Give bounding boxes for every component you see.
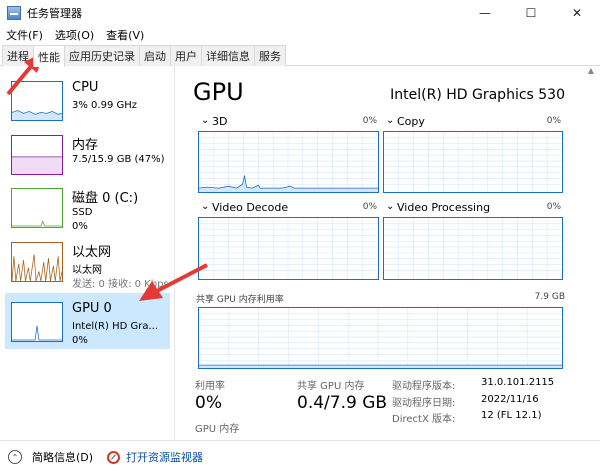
minimize-button[interactable]: —: [462, 0, 508, 26]
tab-bar: 进程 性能 应用历史记录 启动 用户 详细信息 服务: [0, 45, 600, 67]
gpu-detail-panel: GPU Intel(R) HD Graphics 530 ⌄ 3D 0% ⌄ C…: [193, 66, 573, 440]
sidebar-item-detail: 7.5/15.9 GB (47%): [72, 154, 165, 165]
sidebar-item-disk[interactable]: 磁盘 0 (C:) SSD 0%: [5, 179, 170, 235]
chevron-up-icon: ⌃: [8, 450, 22, 464]
directx-value: 12 (FL 12.1): [481, 410, 542, 421]
task-manager-icon: [7, 6, 21, 20]
driver-version-key: 驱动程序版本:: [392, 381, 456, 392]
sidebar-item-throughput: 发送: 0 接收: 0 Kbps: [72, 279, 169, 290]
utilization-value: 0%: [195, 393, 222, 413]
graph-copy: ⌄ Copy 0%: [383, 115, 563, 195]
sidebar-item-usage: 0%: [72, 335, 88, 346]
resource-monitor-link[interactable]: 打开资源监视器: [107, 449, 203, 465]
tab-details[interactable]: 详细信息: [201, 45, 255, 66]
graph-video-decode: ⌄ Video Decode 0%: [198, 201, 379, 283]
utilization-label: 利用率: [195, 381, 225, 392]
graph-name[interactable]: Copy: [397, 115, 425, 128]
sidebar-item-name: CPU: [72, 80, 99, 95]
resource-monitor-icon: [107, 450, 121, 464]
brief-info-button[interactable]: ⌃ 简略信息(D): [8, 449, 93, 465]
graph-copy-area: [383, 131, 563, 193]
sidebar-item-name: 内存: [72, 138, 99, 153]
memory-thumbnail-graph: [11, 135, 63, 175]
scroll-up-arrow-icon[interactable]: ▲: [582, 66, 600, 80]
directx-key: DirectX 版本:: [392, 414, 456, 425]
window-controls: — ☐ ✕: [462, 0, 600, 26]
title-bar: 任务管理器 — ☐ ✕: [0, 0, 600, 26]
shared-memory-graph: [198, 307, 563, 369]
tab-services[interactable]: 服务: [254, 45, 286, 66]
graph-3d-area: [198, 131, 379, 193]
sidebar-item-detail: SSD: [72, 207, 93, 218]
graph-name[interactable]: Video Processing: [397, 201, 490, 214]
resource-monitor-label: 打开资源监视器: [126, 451, 204, 464]
sidebar-item-ethernet[interactable]: 以太网 以太网 发送: 0 接收: 0 Kbps: [5, 233, 170, 290]
tab-processes[interactable]: 进程: [2, 45, 34, 66]
brief-info-label: 简略信息(D): [32, 451, 94, 464]
sidebar-item-memory[interactable]: 内存 7.5/15.9 GB (47%): [5, 126, 170, 182]
window-title: 任务管理器: [27, 7, 82, 20]
shared-memory-stat-value: 0.4/7.9 GB: [297, 393, 388, 413]
sidebar-item-name: 磁盘 0 (C:): [72, 191, 139, 206]
gpu-model-name: Intel(R) HD Graphics 530: [390, 87, 565, 103]
menu-options[interactable]: 选项(O): [49, 27, 100, 43]
cpu-thumbnail-graph: [11, 81, 63, 121]
close-button[interactable]: ✕: [554, 0, 600, 26]
graph-percent: 0%: [546, 116, 561, 126]
sidebar-item-cpu[interactable]: CPU 3% 0.99 GHz: [5, 72, 170, 128]
graph-percent: 0%: [362, 202, 377, 212]
graph-video-processing: ⌄ Video Processing 0%: [383, 201, 563, 283]
sidebar-item-detail: 以太网: [72, 265, 102, 276]
graph-video-decode-area: [198, 217, 379, 280]
menu-bar: 文件(F) 选项(O) 查看(V): [0, 26, 150, 44]
graph-percent: 0%: [546, 202, 561, 212]
menu-file[interactable]: 文件(F): [0, 27, 49, 43]
gpu-memory-label: GPU 内存: [195, 424, 240, 435]
driver-date-key: 驱动程序日期:: [392, 398, 456, 409]
tab-performance[interactable]: 性能: [33, 45, 65, 67]
shared-memory-max: 7.9 GB: [534, 292, 565, 302]
chevron-down-icon[interactable]: ⌄: [201, 115, 209, 126]
page-title: GPU: [193, 78, 244, 106]
sidebar-item-detail: 3% 0.99 GHz: [72, 100, 138, 111]
shared-memory-stat-label: 共享 GPU 内存: [297, 381, 365, 392]
chevron-down-icon[interactable]: ⌄: [386, 201, 394, 212]
sidebar-item-usage: 0%: [72, 221, 88, 232]
graph-3d: ⌄ 3D 0%: [198, 115, 379, 195]
graph-video-processing-area: [383, 217, 563, 280]
performance-sidebar: CPU 3% 0.99 GHz 内存 7.5/15.9 GB (47%) 磁盘 …: [0, 66, 175, 440]
tab-app-history[interactable]: 应用历史记录: [64, 45, 140, 66]
status-bar: ⌃ 简略信息(D) 打开资源监视器: [0, 440, 600, 473]
menu-view[interactable]: 查看(V): [100, 27, 150, 43]
graph-percent: 0%: [362, 116, 377, 126]
sidebar-item-name: 以太网: [72, 245, 112, 260]
ethernet-thumbnail-graph: [11, 242, 63, 282]
driver-date-value: 2022/11/16: [481, 394, 539, 405]
graph-name[interactable]: Video Decode: [212, 201, 288, 214]
tab-startup[interactable]: 启动: [139, 45, 171, 66]
tab-users[interactable]: 用户: [170, 45, 202, 66]
sidebar-item-detail: Intel(R) HD Gra...: [72, 321, 158, 332]
shared-memory-label: 共享 GPU 内存利用率: [196, 295, 284, 305]
gpu-thumbnail-graph: [11, 302, 63, 342]
sidebar-item-name: GPU 0: [72, 301, 112, 316]
driver-version-value: 31.0.101.2115: [481, 377, 555, 388]
chevron-down-icon[interactable]: ⌄: [386, 115, 394, 126]
graph-name[interactable]: 3D: [212, 115, 227, 128]
sidebar-item-gpu[interactable]: GPU 0 Intel(R) HD Gra... 0%: [5, 293, 170, 349]
chevron-down-icon[interactable]: ⌄: [201, 201, 209, 212]
maximize-button[interactable]: ☐: [508, 0, 554, 26]
disk-thumbnail-graph: [11, 188, 63, 228]
